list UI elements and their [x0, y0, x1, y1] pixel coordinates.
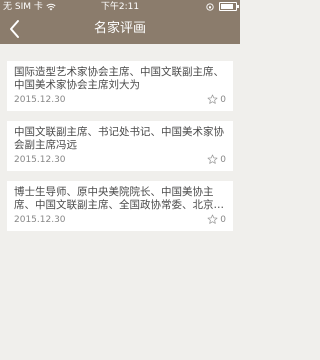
item-text: 中国文联副主席、书记处书记、中国美术家协会副主席冯远	[14, 126, 224, 151]
like-button[interactable]: 0	[207, 154, 226, 166]
list-item[interactable]: 中国文联副主席、书记处书记、中国美术家协会副主席冯远 2015.12.30 0	[7, 121, 233, 171]
page-title: 名家评画	[93, 21, 146, 36]
item-meta: 2015.12.30 0	[14, 154, 226, 166]
clock-time: 下午2:11	[100, 2, 140, 12]
item-date: 2015.12.30	[14, 155, 66, 165]
list-item[interactable]: 国际造型艺术家协会主席、中国文联副主席、中国美术家协会主席刘大为 2015.12…	[7, 61, 233, 111]
like-button[interactable]: 0	[207, 94, 226, 106]
battery-icon	[219, 2, 239, 11]
nav-bar: 名家评画	[0, 14, 240, 44]
item-date: 2015.12.30	[14, 95, 66, 105]
star-icon	[207, 214, 218, 224]
like-count: 0	[220, 95, 226, 105]
app-header: 无 SIM 卡 下午2:11 名家评画	[0, 0, 240, 44]
item-text: 博士生导师、原中央美院院长、中国美协主席、中国文联副主席、全国政协常委、北京市政…	[14, 186, 224, 211]
item-meta: 2015.12.30 0	[14, 214, 226, 226]
item-meta: 2015.12.30 0	[14, 94, 226, 106]
status-right	[206, 0, 239, 14]
item-date: 2015.12.30	[14, 215, 66, 225]
status-bar: 无 SIM 卡 下午2:11	[0, 0, 240, 14]
star-icon	[207, 94, 218, 104]
item-text: 国际造型艺术家协会主席、中国文联副主席、中国美术家协会主席刘大为	[14, 66, 224, 91]
star-icon	[207, 154, 218, 164]
orientation-lock-icon	[206, 2, 214, 11]
like-button[interactable]: 0	[207, 214, 226, 226]
like-count: 0	[220, 215, 226, 225]
list-item[interactable]: 博士生导师、原中央美院院长、中国美协主席、中国文联副主席、全国政协常委、北京市政…	[7, 181, 233, 231]
like-count: 0	[220, 155, 226, 165]
